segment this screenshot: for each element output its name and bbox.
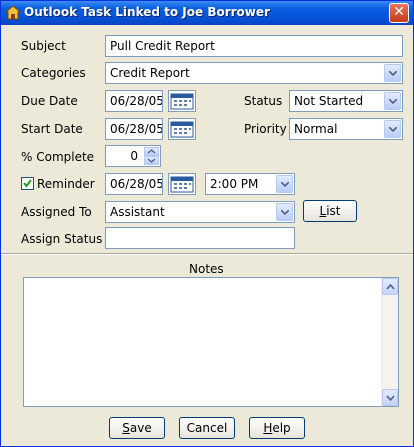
window-title: Outlook Task Linked to Joe Borrower <box>24 5 270 19</box>
percent-complete-stepper[interactable]: 0 <box>105 145 161 167</box>
calendar-icon[interactable] <box>168 118 196 140</box>
reminder-date-input[interactable]: 06/28/05 <box>105 173 163 195</box>
chevron-down-icon[interactable] <box>384 64 401 82</box>
help-button[interactable]: Help <box>249 417 305 439</box>
close-icon[interactable]: ✕ <box>389 3 409 23</box>
reminder-time-value: 2:00 PM <box>210 177 259 191</box>
scroll-up-icon[interactable] <box>382 278 398 295</box>
reminder-label[interactable]: Reminder <box>37 177 95 191</box>
spin-down-icon[interactable] <box>144 156 159 165</box>
save-button-label: ave <box>129 421 152 435</box>
assigned-to-value: Assistant <box>110 205 165 219</box>
priority-value: Normal <box>294 122 338 136</box>
calendar-icon[interactable] <box>168 90 196 112</box>
categories-select[interactable]: Credit Report <box>105 62 403 84</box>
house-icon <box>4 5 22 21</box>
start-date-label: Start Date <box>21 122 83 136</box>
title-bar[interactable]: Outlook Task Linked to Joe Borrower ✕ <box>1 1 413 25</box>
scroll-down-icon[interactable] <box>382 389 398 406</box>
status-value: Not Started <box>294 94 364 108</box>
spin-up-icon[interactable] <box>144 147 159 156</box>
chevron-down-icon[interactable] <box>276 175 293 193</box>
help-button-mnemonic: H <box>263 421 273 435</box>
percent-complete-value: 0 <box>130 149 138 163</box>
assigned-to-select[interactable]: Assistant <box>105 201 295 223</box>
chevron-down-icon[interactable] <box>384 92 401 110</box>
calendar-icon[interactable] <box>168 173 196 195</box>
due-date-input[interactable]: 06/28/05 <box>105 90 163 112</box>
percent-complete-label: % Complete <box>21 150 95 164</box>
subject-input[interactable]: Pull Credit Report <box>105 35 403 57</box>
save-button-mnemonic: S <box>122 421 130 435</box>
reminder-time-select[interactable]: 2:00 PM <box>205 173 295 195</box>
cancel-button[interactable]: Cancel <box>179 417 235 439</box>
notes-label: Notes <box>189 262 224 276</box>
list-button[interactable]: List <box>303 200 357 222</box>
cancel-button-label: Cancel <box>186 421 228 435</box>
chevron-down-icon[interactable] <box>384 120 401 138</box>
status-select[interactable]: Not Started <box>289 90 403 112</box>
assign-status-input[interactable] <box>105 227 295 249</box>
assign-status-label: Assign Status <box>21 232 103 246</box>
list-button-label: ist <box>326 204 341 218</box>
chevron-down-icon[interactable] <box>276 203 293 221</box>
divider <box>1 253 413 255</box>
task-dialog: Outlook Task Linked to Joe Borrower ✕ Su… <box>0 0 414 447</box>
notes-textarea[interactable] <box>23 277 399 407</box>
reminder-checkbox[interactable] <box>21 177 34 190</box>
help-button-label: elp <box>272 421 291 435</box>
start-date-input[interactable]: 06/28/05 <box>105 118 163 140</box>
categories-label: Categories <box>21 66 86 80</box>
priority-label: Priority <box>244 122 287 136</box>
notes-scrollbar[interactable] <box>381 278 398 406</box>
priority-select[interactable]: Normal <box>289 118 403 140</box>
assigned-to-label: Assigned To <box>21 205 92 219</box>
categories-value: Credit Report <box>110 66 190 80</box>
due-date-label: Due Date <box>21 94 78 108</box>
subject-label: Subject <box>21 39 66 53</box>
save-button[interactable]: Save <box>109 417 165 439</box>
status-label: Status <box>244 94 283 108</box>
